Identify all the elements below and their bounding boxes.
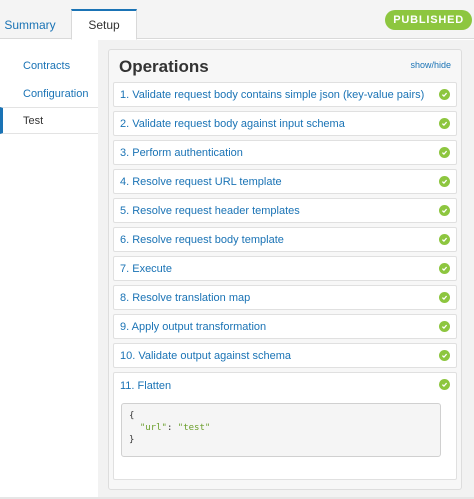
operation-row[interactable]: 7. Execute [113, 256, 457, 281]
tab-bar: Summary Setup PUBLISHED [0, 0, 474, 40]
check-circle-icon [439, 379, 450, 390]
operations-list: 1. Validate request body contains simple… [113, 82, 457, 484]
json-output: { "url": "test" } [121, 403, 441, 457]
tab-summary[interactable]: Summary [0, 10, 60, 40]
operation-row[interactable]: 1. Validate request body contains simple… [113, 82, 457, 107]
operation-label: 1. Validate request body contains simple… [120, 88, 425, 101]
sidebar-item-test[interactable]: Test [0, 107, 98, 134]
operation-header[interactable]: 11. Flatten [114, 373, 456, 398]
operation-label: 3. Perform authentication [120, 146, 243, 159]
json-value: "test" [177, 423, 211, 433]
operation-label: 11. Flatten [120, 379, 172, 392]
operations-title: Operations [119, 57, 209, 76]
operation-row[interactable]: 5. Resolve request header templates [113, 198, 457, 223]
check-circle-icon [439, 234, 450, 245]
check-circle-icon [439, 263, 450, 274]
operation-label: 7. Execute [120, 262, 172, 275]
operation-label: 4. Resolve request URL template [120, 175, 282, 188]
json-separator: : [166, 423, 178, 433]
operation-label: 10. Validate output against schema [120, 349, 292, 362]
check-circle-icon [439, 147, 450, 158]
operation-row[interactable]: 9. Apply output transformation [113, 314, 457, 339]
operation-row[interactable]: 6. Resolve request body template [113, 227, 457, 252]
operation-label: 6. Resolve request body template [120, 233, 284, 246]
operations-panel: Operations show/hide 1. Validate request… [108, 49, 462, 490]
published-status-badge: PUBLISHED [385, 10, 472, 30]
operation-row[interactable]: 2. Validate request body against input s… [113, 111, 457, 136]
check-circle-icon [439, 350, 450, 361]
json-open-brace: { [129, 411, 135, 421]
operation-row[interactable]: 10. Validate output against schema [113, 343, 457, 368]
operation-label: 2. Validate request body against input s… [120, 117, 345, 130]
check-circle-icon [439, 205, 450, 216]
operation-label: 5. Resolve request header templates [120, 204, 300, 217]
json-key: "url" [139, 423, 167, 433]
operation-row-expanded: 11. Flatten { "url": "test" } [113, 372, 457, 480]
sidebar-item-contracts[interactable]: Contracts [0, 52, 98, 79]
check-circle-icon [439, 118, 450, 129]
check-circle-icon [439, 176, 450, 187]
check-circle-icon [439, 89, 450, 100]
check-circle-icon [439, 321, 450, 332]
operation-row[interactable]: 4. Resolve request URL template [113, 169, 457, 194]
json-close-brace: } [129, 435, 135, 445]
tab-setup[interactable]: Setup [71, 9, 137, 40]
operation-label: 8. Resolve translation map [120, 291, 251, 304]
operation-label: 9. Apply output transformation [120, 320, 267, 333]
setup-sidebar: Contracts Configuration Test [0, 40, 98, 499]
check-circle-icon [439, 292, 450, 303]
sidebar-item-configuration[interactable]: Configuration [0, 80, 98, 107]
operation-row[interactable]: 3. Perform authentication [113, 140, 457, 165]
show-hide-toggle[interactable]: show/hide [410, 60, 451, 70]
operation-row[interactable]: 8. Resolve translation map [113, 285, 457, 310]
